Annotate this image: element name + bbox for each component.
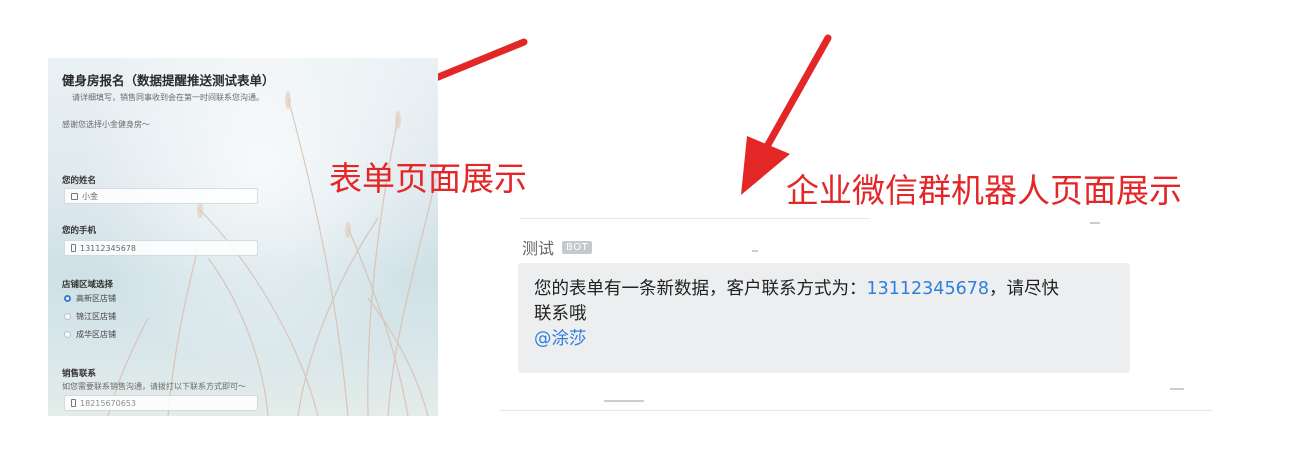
mention-link[interactable]: @涂莎 xyxy=(534,327,1114,352)
store-option-label: 成华区店铺 xyxy=(76,330,116,339)
arrow-to-chat-shaft xyxy=(761,34,832,154)
radio-icon xyxy=(64,313,71,320)
store-option-chenghua[interactable]: 成华区店铺 xyxy=(64,329,116,340)
phone-field[interactable]: 13112345678 xyxy=(64,240,258,256)
radio-icon xyxy=(64,331,71,338)
bot-sender: 测试 BOT xyxy=(522,235,593,259)
name-label: 您的姓名 xyxy=(62,176,97,186)
store-option-label: 锦江区店铺 xyxy=(76,312,116,321)
store-option-jinjiang[interactable]: 锦江区店铺 xyxy=(64,311,116,322)
message-text: ，请尽快 xyxy=(988,279,1059,299)
message-text: 您的表单有一条新数据，客户联系方式为： xyxy=(534,279,867,299)
sales-phone-field: 18215670653 xyxy=(64,395,258,411)
bot-badge: BOT xyxy=(562,240,593,254)
message-bubble: 您的表单有一条新数据，客户联系方式为：13112345678，请尽快 联系哦 @… xyxy=(518,263,1130,373)
phone-label: 您的手机 xyxy=(62,226,97,236)
message-line-2: 联系哦 xyxy=(534,304,587,324)
form-page-caption: 表单页面展示 xyxy=(329,159,527,198)
store-label: 店铺区域选择 xyxy=(62,280,114,290)
radio-selected-icon xyxy=(64,295,71,302)
store-option-label: 高新区店铺 xyxy=(76,294,116,303)
form-content: 健身房报名（数据提醒推送测试表单） 请详细填写，销售同事收到会在第一时间联系您沟… xyxy=(62,70,422,411)
phone-icon xyxy=(71,399,76,407)
message-phone-link[interactable]: 13112345678 xyxy=(867,279,989,299)
store-option-gaoxin[interactable]: 高新区店铺 xyxy=(64,293,116,304)
sales-hint: 如您需要联系销售沟通，请拨打以下联系方式即可～ xyxy=(62,382,246,391)
sales-phone-value: 18215670653 xyxy=(80,398,136,408)
bot-page-caption: 企业微信群机器人页面展示 xyxy=(786,171,1182,210)
divider-top xyxy=(520,218,870,219)
sales-label: 销售联系 xyxy=(62,369,97,379)
name-value: 小金 xyxy=(82,191,98,201)
name-field[interactable]: 小金 xyxy=(64,188,258,204)
id-card-icon xyxy=(71,192,78,200)
form-thanks-text: 感谢您选择小金健身房～ xyxy=(62,120,150,129)
form-description: 请详细填写，销售同事收到会在第一时间联系您沟通。 xyxy=(72,93,264,102)
form-page-screenshot: 健身房报名（数据提醒推送测试表单） 请详细填写，销售同事收到会在第一时间联系您沟… xyxy=(48,58,438,416)
phone-icon xyxy=(71,244,76,252)
wecom-bot-screenshot: 测试 BOT 您的表单有一条新数据，客户联系方式为：13112345678，请尽… xyxy=(500,210,1212,415)
arrow-to-chat-head xyxy=(741,136,790,195)
form-title: 健身房报名（数据提醒推送测试表单） xyxy=(62,73,275,88)
phone-value: 13112345678 xyxy=(80,243,136,253)
message-line-1: 您的表单有一条新数据，客户联系方式为：13112345678，请尽快 xyxy=(534,277,1114,302)
divider-bottom xyxy=(500,410,1212,411)
sender-name: 测试 xyxy=(522,239,555,258)
